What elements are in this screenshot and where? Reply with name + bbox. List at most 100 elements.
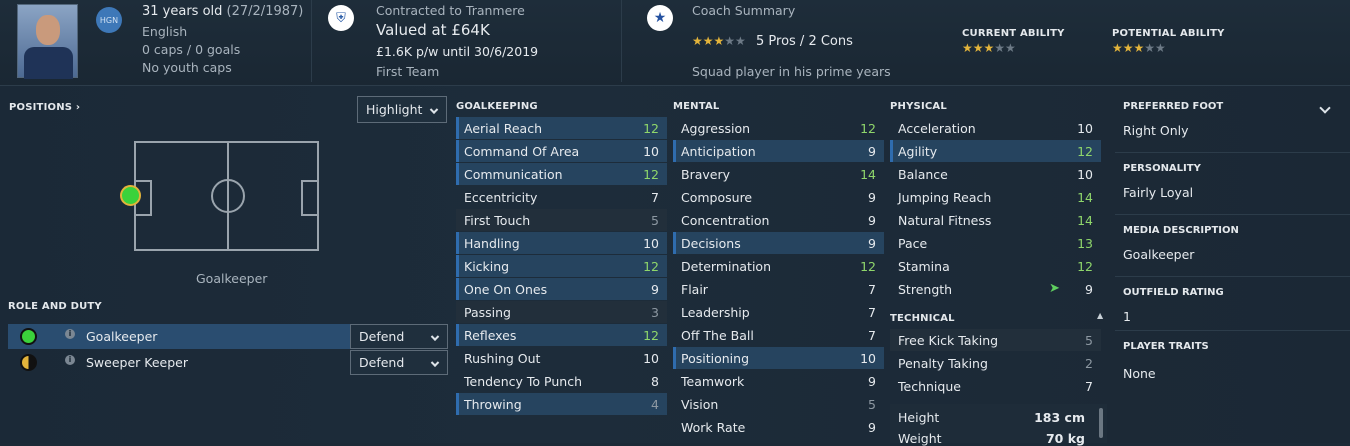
coach-star-icon: ★: [647, 5, 673, 31]
player-youth-caps: No youth caps: [142, 60, 232, 75]
attribute-row[interactable]: Decisions 9: [673, 232, 884, 254]
attribute-name: Command Of Area: [464, 144, 580, 159]
collapse-caret-icon[interactable]: ▲: [1097, 311, 1103, 320]
attribute-value: 9: [868, 144, 876, 159]
attribute-value: 13: [1077, 236, 1093, 251]
positions-link[interactable]: POSITIONS ›: [9, 102, 80, 113]
attribute-value: 14: [1077, 190, 1093, 205]
scrollbar[interactable]: [1099, 408, 1103, 438]
attribute-name: Flair: [681, 282, 708, 297]
info-icon[interactable]: i: [65, 329, 75, 339]
attribute-row[interactable]: Off The Ball 7: [673, 324, 884, 346]
attribute-value: 7: [868, 282, 876, 297]
attribute-name: Determination: [681, 259, 772, 274]
preferred-foot-label: PREFERRED FOOT: [1123, 101, 1224, 112]
weight-label: Weight: [898, 431, 942, 446]
attribute-row[interactable]: First Touch 5: [456, 209, 667, 231]
attribute-row[interactable]: Strength 9: [890, 278, 1101, 300]
info-icon[interactable]: i: [65, 355, 75, 365]
attribute-name: First Touch: [464, 213, 531, 228]
attribute-row[interactable]: Aerial Reach 12: [456, 117, 667, 139]
attribute-row[interactable]: Work Rate 9: [673, 416, 884, 438]
attribute-row[interactable]: Handling 10: [456, 232, 667, 254]
attribute-row[interactable]: Bravery 14: [673, 163, 884, 185]
attribute-value: 5: [651, 213, 659, 228]
attribute-row[interactable]: Concentration 9: [673, 209, 884, 231]
attribute-value: 10: [643, 236, 659, 251]
attribute-name: Anticipation: [681, 144, 756, 159]
attribute-value: 12: [643, 167, 659, 182]
attribute-row[interactable]: Stamina 12: [890, 255, 1101, 277]
goalkeeper-position-marker[interactable]: [120, 185, 141, 206]
highlight-dropdown[interactable]: Highlight: [357, 96, 447, 123]
role-suitability-icon: [20, 354, 37, 371]
player-photo: [17, 4, 78, 79]
attribute-row[interactable]: Leadership 7: [673, 301, 884, 323]
attribute-name: Tendency To Punch: [464, 374, 583, 389]
duty-dropdown[interactable]: Defend: [350, 324, 448, 349]
attribute-row[interactable]: Penalty Taking 2: [890, 352, 1101, 374]
attribute-row[interactable]: Tendency To Punch 8: [456, 370, 667, 392]
club-crest-icon[interactable]: ⛨: [328, 5, 354, 31]
attribute-value: 5: [1085, 333, 1093, 348]
coach-rating-stars: ★★★★★: [692, 34, 746, 48]
attribute-row[interactable]: Reflexes 12: [456, 324, 667, 346]
attribute-row[interactable]: One On Ones 9: [456, 278, 667, 300]
attribute-row[interactable]: Pace 13: [890, 232, 1101, 254]
attribute-row[interactable]: Natural Fitness 14: [890, 209, 1101, 231]
attribute-name: Agility: [898, 144, 938, 159]
player-value: Valued at £64K: [376, 21, 490, 39]
attribute-row[interactable]: Communication 12: [456, 163, 667, 185]
attribute-row[interactable]: Balance 10: [890, 163, 1101, 185]
attribute-row[interactable]: Composure 9: [673, 186, 884, 208]
attribute-row[interactable]: Anticipation 9: [673, 140, 884, 162]
attribute-name: Leadership: [681, 305, 750, 320]
attribute-row[interactable]: Free Kick Taking 5: [890, 329, 1101, 351]
attribute-name: Penalty Taking: [898, 356, 988, 371]
attribute-name: Concentration: [681, 213, 770, 228]
attribute-row[interactable]: Technique 7: [890, 375, 1101, 397]
attribute-row[interactable]: Passing 3: [456, 301, 667, 323]
attribute-value: 3: [651, 305, 659, 320]
attribute-value: 10: [1077, 167, 1093, 182]
attribute-row[interactable]: Determination 12: [673, 255, 884, 277]
role-name: Sweeper Keeper: [86, 355, 188, 370]
attribute-value: 10: [1077, 121, 1093, 136]
attribute-name: Acceleration: [898, 121, 976, 136]
weight-value: 70 kg: [1045, 431, 1085, 446]
player-age: 31 years old: [142, 4, 223, 19]
attribute-row[interactable]: Aggression 12: [673, 117, 884, 139]
attribute-row[interactable]: Jumping Reach 14: [890, 186, 1101, 208]
attribute-row[interactable]: Positioning 10: [673, 347, 884, 369]
attribute-value: 12: [1077, 259, 1093, 274]
goalkeeping-header: GOALKEEPING: [456, 101, 538, 112]
attribute-value: 5: [868, 397, 876, 412]
attribute-value: 7: [651, 190, 659, 205]
player-nationality: English: [142, 24, 188, 39]
mental-header: MENTAL: [673, 101, 720, 112]
attribute-row[interactable]: Throwing 4: [456, 393, 667, 415]
personality-label: PERSONALITY: [1123, 163, 1201, 174]
attribute-row[interactable]: Agility 12: [890, 140, 1101, 162]
attribute-row[interactable]: Rushing Out 10: [456, 347, 667, 369]
attribute-row[interactable]: Acceleration 10: [890, 117, 1101, 139]
attribute-row[interactable]: Flair 7: [673, 278, 884, 300]
attribute-name: Stamina: [898, 259, 950, 274]
attribute-row[interactable]: Eccentricity 7: [456, 186, 667, 208]
duty-dropdown[interactable]: Defend: [350, 350, 448, 375]
attribute-value: 14: [860, 167, 876, 182]
attribute-value: 9: [1085, 282, 1093, 297]
attribute-row[interactable]: Kicking 12: [456, 255, 667, 277]
pros-cons[interactable]: 5 Pros / 2 Cons: [756, 34, 853, 49]
attribute-row[interactable]: Teamwork 9: [673, 370, 884, 392]
attribute-row[interactable]: Vision 5: [673, 393, 884, 415]
role-name: Goalkeeper: [86, 329, 158, 344]
role-duty-label: ROLE AND DUTY: [8, 301, 102, 312]
attribute-row[interactable]: Command Of Area 10: [456, 140, 667, 162]
nation-badge-icon[interactable]: HGN: [96, 7, 122, 33]
player-traits-label: PLAYER TRAITS: [1123, 341, 1209, 352]
role-row-goalkeeper[interactable]: i Goalkeeper Defend: [8, 324, 448, 349]
attribute-value: 2: [1085, 356, 1093, 371]
attribute-value: 9: [868, 420, 876, 435]
role-row-sweeper-keeper[interactable]: i Sweeper Keeper Defend: [8, 350, 448, 375]
